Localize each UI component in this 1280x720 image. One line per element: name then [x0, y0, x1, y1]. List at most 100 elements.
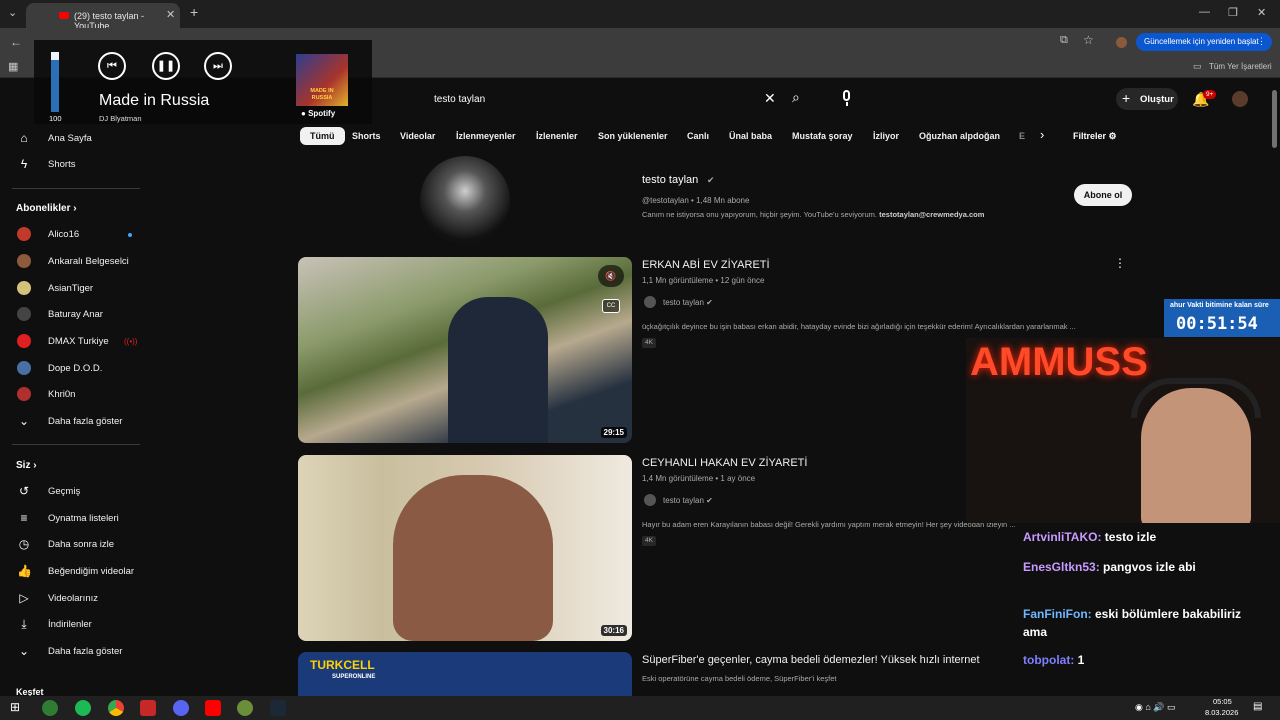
- chip-recent[interactable]: Son yüklenenler: [594, 127, 672, 145]
- quality-badge: 4K: [642, 338, 656, 348]
- bookmark-star-icon[interactable]: ☆: [1083, 33, 1094, 47]
- chip-izliyor[interactable]: İzliyor: [869, 127, 903, 145]
- ad-thumbnail[interactable]: TURKCELL SUPERONLINE: [298, 652, 632, 696]
- youtube-app-icon[interactable]: [205, 700, 221, 716]
- new-tab-button[interactable]: +: [190, 4, 198, 20]
- chip-unal-baba[interactable]: Ünal baba: [725, 127, 776, 145]
- create-button[interactable]: + Oluştur: [1116, 88, 1178, 110]
- channel-name[interactable]: testo taylan: [642, 174, 698, 186]
- ad-description: Eski operatörüne cayma bedeli ödeme, Süp…: [642, 674, 837, 683]
- back-icon[interactable]: ←: [10, 35, 22, 49]
- avatar: [17, 334, 31, 348]
- chip-mustafa-soray[interactable]: Mustafa şoray: [788, 127, 857, 145]
- search-input[interactable]: testo taylan: [434, 94, 485, 105]
- mute-icon[interactable]: 🔇: [598, 265, 624, 287]
- chip-more[interactable]: E: [1015, 127, 1029, 145]
- video-title[interactable]: CEYHANLI HAKAN EV ZİYARETİ: [642, 457, 807, 469]
- volume-bar[interactable]: [51, 52, 59, 112]
- steam-icon[interactable]: [270, 700, 286, 716]
- minimize-icon[interactable]: —: [1199, 6, 1210, 18]
- browser-tab[interactable]: (29) testo taylan - YouTube ✕: [26, 3, 180, 31]
- video-channel-name[interactable]: testo taylan ✔: [663, 298, 713, 307]
- timer-label: ahur Vakti bitimine kalan süre: [1170, 302, 1269, 309]
- chip-oguzhan[interactable]: Oğuzhan alpdoğan: [915, 127, 1004, 145]
- chip-unwatched[interactable]: İzlenmeyenler: [452, 127, 520, 145]
- next-track-button[interactable]: ⏭: [204, 52, 232, 80]
- sidebar-sub-asiantiger[interactable]: AsianTiger: [0, 276, 152, 302]
- sidebar-item-playlists[interactable]: ≡ Oynatma listeleri: [0, 506, 152, 532]
- voice-app-icon[interactable]: [140, 700, 156, 716]
- sidebar-item-watch-later[interactable]: ◷ Daha sonra izle: [0, 532, 152, 558]
- subscribe-button[interactable]: Abone ol: [1074, 184, 1132, 206]
- you-section-title[interactable]: Siz ›: [16, 460, 37, 471]
- subscriptions-title[interactable]: Abonelikler ›: [16, 203, 77, 214]
- sidebar-sub-dmax[interactable]: DMAX Turkiye ((•)): [0, 329, 152, 355]
- avatar: [17, 361, 31, 375]
- account-avatar[interactable]: [1232, 91, 1248, 107]
- chrome-icon[interactable]: [108, 700, 124, 716]
- search-icon[interactable]: ⌕: [792, 89, 800, 106]
- sidebar-sub-khrion[interactable]: Khri0n: [0, 382, 152, 408]
- more-options-icon[interactable]: ⋮: [1114, 256, 1126, 270]
- search-bar[interactable]: testo taylan ✕ ⌕: [421, 86, 821, 112]
- sidebar-sub-ankarali[interactable]: Ankaralı Belgeselci: [0, 249, 152, 275]
- chevron-right-icon[interactable]: ›: [1040, 127, 1044, 142]
- neon-sign: AMMUSS: [970, 340, 1148, 384]
- previous-track-button[interactable]: ⏮: [98, 52, 126, 80]
- system-tray-icons[interactable]: ◉ ⌂ 🔊 ▭: [1135, 702, 1176, 713]
- chip-live[interactable]: Canlı: [683, 127, 713, 145]
- video-title[interactable]: ERKAN ABİ EV ZİYARETİ: [642, 259, 770, 271]
- sidebar-item-shorts[interactable]: ϟ Shorts: [0, 152, 152, 178]
- avatar[interactable]: [644, 494, 656, 506]
- timer-value: 00:51:54: [1176, 314, 1258, 334]
- new-content-dot: [128, 233, 132, 237]
- sidebar-sub-alico16[interactable]: Alico16: [0, 222, 152, 248]
- sidebar-item-liked[interactable]: 👍 Beğendiğim videolar: [0, 559, 152, 585]
- whatsapp-icon[interactable]: [42, 700, 58, 716]
- sidebar-item-home[interactable]: ⌂ Ana Sayfa: [0, 126, 152, 152]
- install-app-icon[interactable]: ⧉: [1060, 34, 1068, 47]
- pause-button[interactable]: ❚❚: [152, 52, 180, 80]
- sidebar-item-downloads[interactable]: ⤓ İndirilenler: [0, 612, 152, 638]
- windows-start-icon[interactable]: ⊞: [10, 700, 20, 714]
- menu-dots-icon[interactable]: ⋮: [1257, 36, 1266, 47]
- show-more-you-button[interactable]: ⌄ Daha fazla göster: [0, 639, 152, 665]
- app-icon[interactable]: [237, 700, 253, 716]
- update-restart-button[interactable]: Güncellemek için yeniden başlat ⋮: [1136, 33, 1272, 51]
- sidebar-item-your-videos[interactable]: ▷ Videolarınız: [0, 586, 152, 612]
- sidebar-sub-baturay[interactable]: Baturay Anar: [0, 302, 152, 328]
- microphone-icon[interactable]: [839, 88, 855, 108]
- chip-shorts[interactable]: Shorts: [348, 127, 385, 145]
- scrollbar-thumb[interactable]: [1272, 90, 1277, 148]
- channel-avatar[interactable]: [420, 156, 510, 244]
- sidebar-item-history[interactable]: ↺ Geçmiş: [0, 479, 152, 505]
- chip-all[interactable]: Tümü: [300, 127, 345, 145]
- chip-videos[interactable]: Videolar: [396, 127, 439, 145]
- spotify-label: ● Spotify: [301, 109, 336, 118]
- notification-center-icon[interactable]: ▤: [1253, 701, 1262, 712]
- show-more-subs-button[interactable]: ⌄ Daha fazla göster: [0, 409, 152, 435]
- verified-icon: ✔: [707, 175, 715, 185]
- chevron-down-icon: ⌄: [18, 414, 30, 428]
- profile-avatar[interactable]: [1116, 37, 1127, 48]
- video-thumbnail[interactable]: 🔇 CC 29:15: [298, 257, 632, 443]
- tab-close-icon[interactable]: ✕: [166, 8, 175, 21]
- discord-icon[interactable]: [173, 700, 189, 716]
- video-thumbnail[interactable]: 30:16: [298, 455, 632, 641]
- clear-search-icon[interactable]: ✕: [764, 90, 776, 107]
- sidebar-sub-dope[interactable]: Dope D.O.D.: [0, 356, 152, 382]
- tab-search-icon[interactable]: ⌄: [8, 6, 17, 19]
- all-bookmarks-link[interactable]: Tüm Yer İşaretleri: [1209, 62, 1272, 71]
- chip-watched[interactable]: İzlenenler: [532, 127, 582, 145]
- maximize-icon[interactable]: ❐: [1228, 6, 1238, 19]
- youtube-favicon-icon: [59, 12, 69, 19]
- filters-button[interactable]: Filtreler ⚙: [1073, 131, 1117, 142]
- avatar[interactable]: [644, 296, 656, 308]
- spotify-icon[interactable]: [75, 700, 91, 716]
- avatar: [17, 254, 31, 268]
- video-channel-name[interactable]: testo taylan ✔: [663, 496, 713, 505]
- close-window-icon[interactable]: ✕: [1257, 6, 1266, 19]
- apps-grid-icon[interactable]: ▦: [8, 60, 18, 73]
- ad-title[interactable]: SüperFiber'e geçenler, cayma bedeli ödem…: [642, 654, 982, 666]
- captions-icon[interactable]: CC: [602, 299, 620, 313]
